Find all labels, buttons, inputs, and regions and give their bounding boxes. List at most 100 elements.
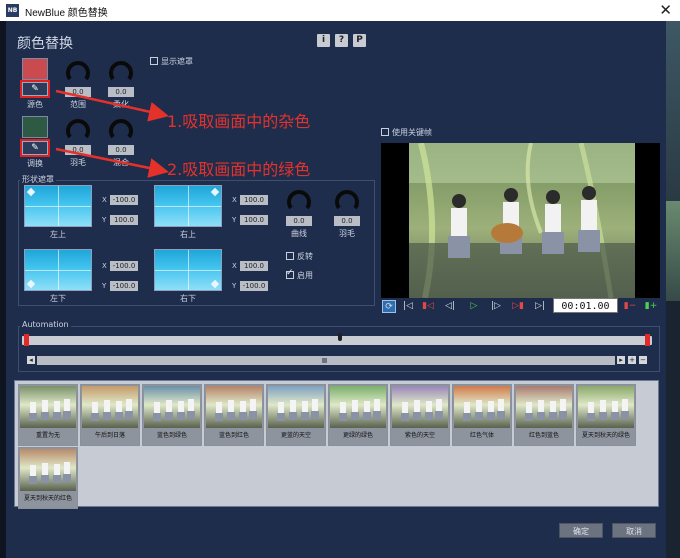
source-color-swatch[interactable] [22,58,48,80]
loop-icon[interactable]: ⟳ [382,300,396,313]
replace-eyedropper-button[interactable]: ✎ [22,141,48,155]
preset-label: 蓝色到绿色 [156,432,187,439]
preview-image [381,143,660,298]
preset-thumbnail [578,386,634,428]
preset-item[interactable]: 红色到蓝色 [514,384,574,446]
top-left-corner-pad[interactable] [24,185,92,227]
axis-y-label: Y [232,282,237,290]
curve-value[interactable]: 0.0 [286,216,312,226]
play-icon[interactable]: ▷ [467,300,481,313]
zoom-in-button[interactable]: + [628,356,636,364]
app-logo: NB [6,4,19,17]
bottom-left-corner-pad[interactable] [24,249,92,291]
automation-track[interactable] [22,333,652,346]
preset-thumbnail [206,386,262,428]
preset-item[interactable]: 午后到日落 [80,384,140,446]
annotation-step2: 2.吸取画面中的绿色 [167,160,311,179]
automation-scrollbar[interactable] [37,356,615,365]
preset-button[interactable]: P [353,34,366,47]
eyedropper-icon: ✎ [31,143,39,153]
automation-title: Automation [20,320,71,329]
preset-item[interactable]: 更绿的绿色 [328,384,388,446]
bottom-left-x-value[interactable]: -100.0 [110,261,138,271]
preset-item[interactable]: 更蓝的天空 [266,384,326,446]
preset-thumbnail [454,386,510,428]
invert-checkbox[interactable] [286,252,294,260]
axis-y-label: Y [102,282,107,290]
preset-thumbnail [82,386,138,428]
preset-item[interactable]: 夏天到秋天的绿色 [576,384,636,446]
go-start-icon[interactable]: |◁ [401,300,415,313]
background-right-edge [666,21,680,558]
step-back-icon[interactable]: ◁| [443,300,457,313]
top-right-y-value[interactable]: 100.0 [240,215,268,225]
help-button[interactable]: ? [335,34,348,47]
scroll-left-icon[interactable]: ◂ [27,356,35,364]
replace-color-swatch[interactable] [22,116,48,138]
eyedropper-icon: ✎ [31,84,39,94]
axis-x-label: X [232,196,237,204]
preset-thumbnail [516,386,572,428]
enable-checkbox[interactable] [286,268,294,279]
invert-label: 反转 [297,252,313,261]
annotation-arrows [55,89,169,178]
top-left-y-value[interactable]: 100.0 [110,215,138,225]
shape-mask-title: 形状遮罩 [20,174,56,185]
bottom-right-label: 右下 [180,294,196,303]
preset-item[interactable]: 蓝色到绿色 [142,384,202,446]
scrollbar-thumb[interactable] [322,358,327,363]
timecode-display[interactable]: 00:01.00 [553,298,618,313]
prev-keyframe-icon[interactable]: ▮◁ [421,300,435,313]
mask-feather-knob[interactable] [334,188,360,214]
preset-thumbnail [20,386,76,428]
preset-item[interactable]: 红色气体 [452,384,512,446]
preset-label: 红色到蓝色 [528,432,559,439]
bottom-right-y-value[interactable]: -100.0 [240,281,268,291]
ok-button[interactable]: 确定 [559,523,603,538]
curve-knob[interactable] [286,188,312,214]
preset-item[interactable]: 蓝色到红色 [204,384,264,446]
cancel-button[interactable]: 取消 [612,523,656,538]
preset-label: 更蓝的天空 [280,432,311,439]
preset-label: 更绿的绿色 [342,432,373,439]
bottom-right-corner-pad[interactable] [154,249,222,291]
top-right-x-value[interactable]: 100.0 [240,195,268,205]
bottom-right-x-value[interactable]: 100.0 [240,261,268,271]
automation-keyframe-start[interactable] [24,334,29,346]
top-left-x-value[interactable]: -100.0 [110,195,138,205]
preset-label: 蓝色到红色 [218,432,249,439]
preset-gallery: 重置为无 午后到日落 蓝色到绿色 蓝色到红色 更蓝的天空 更绿的绿色 紫色的天空 红色气体 红色… [14,380,659,509]
preset-item[interactable]: 夏天到秋天的红色 [18,447,78,509]
bottom-left-y-value[interactable]: -100.0 [110,281,138,291]
color-replace-dialog: 颜色替换 i ? P ✎ 源色 0.0 范围 0.0 柔化 显示遮罩 ✎ 调换 … [6,21,666,558]
preset-item[interactable]: 紫色的天空 [390,384,450,446]
keyframe-checkbox[interactable] [381,128,389,136]
source-eyedropper-button[interactable]: ✎ [22,82,48,96]
add-keyframe-icon[interactable]: ▮+ [644,300,658,313]
automation-playhead[interactable] [338,333,342,341]
preset-label: 重置为无 [35,432,60,439]
scroll-right-icon[interactable]: ▸ [617,356,625,364]
remove-keyframe-icon[interactable]: ▮− [623,300,637,313]
next-keyframe-icon[interactable]: ▷▮ [511,300,525,313]
top-right-corner-pad[interactable] [154,185,222,227]
axis-x-label: X [102,196,107,204]
preset-label: 红色气体 [469,432,494,439]
close-icon[interactable]: ✕ [659,1,672,19]
keyframe-label: 使用关键帧 [392,128,432,137]
zoom-out-button[interactable]: − [639,356,647,364]
preset-thumbnail [268,386,324,428]
preset-label: 夏天到秋天的红色 [23,495,72,502]
mask-feather-label: 羽毛 [339,229,355,238]
dialog-title: 颜色替换 [17,35,73,51]
mask-feather-value[interactable]: 0.0 [334,216,360,226]
preset-item[interactable]: 重置为无 [18,384,78,446]
show-mask-checkbox[interactable] [150,57,158,65]
curve-label: 曲线 [291,229,307,238]
annotation-step1: 1.吸取画面中的杂色 [167,112,311,131]
automation-keyframe-end[interactable] [645,334,650,346]
go-end-icon[interactable]: ▷| [533,300,547,313]
window-titlebar: NB NewBlue 颜色替换 ✕ [0,0,680,21]
step-forward-icon[interactable]: |▷ [489,300,503,313]
info-button[interactable]: i [317,34,330,47]
